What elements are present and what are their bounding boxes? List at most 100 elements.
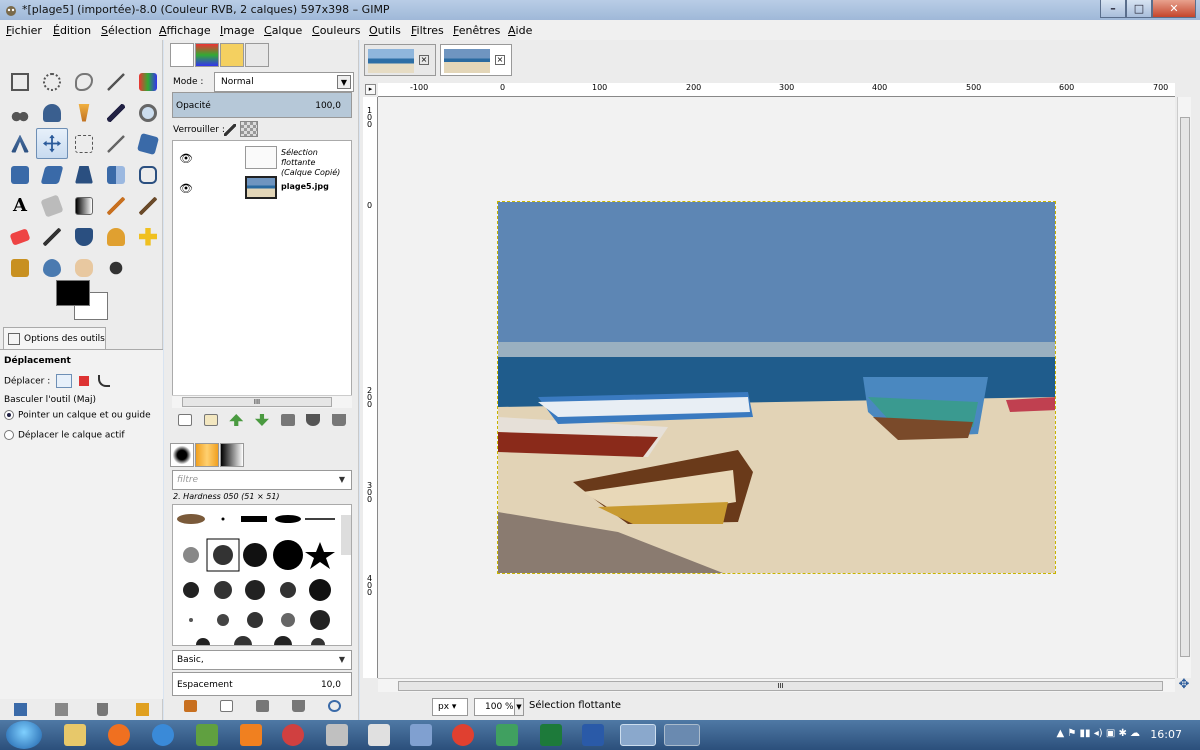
menu-fenetres[interactable]: Fenêtres — [453, 24, 500, 37]
lasso-tool[interactable] — [68, 66, 100, 97]
perspective-tool[interactable] — [68, 159, 100, 190]
layer-list-scrollbar[interactable]: III — [172, 395, 352, 408]
delete-options-icon[interactable] — [96, 703, 108, 716]
tab-gradients[interactable] — [220, 443, 244, 467]
navigate-icon[interactable]: ✥ — [1177, 678, 1191, 692]
eye-icon[interactable]: 👁 — [179, 182, 193, 195]
horizontal-scrollbar[interactable]: III — [378, 678, 1175, 692]
menu-outils[interactable]: Outils — [369, 24, 401, 37]
move-path-icon[interactable] — [97, 375, 110, 387]
brush-filter-input[interactable]: filtre ▼ — [172, 470, 352, 490]
restore-options-icon[interactable] — [55, 703, 69, 716]
move-tool[interactable] — [36, 128, 68, 159]
app-icon[interactable] — [664, 724, 700, 746]
duplicate-brush-icon[interactable] — [255, 700, 269, 712]
scale-tool[interactable] — [4, 159, 36, 190]
text-tool[interactable]: A — [4, 190, 36, 221]
gradient-tool[interactable] — [68, 190, 100, 221]
foreground-select-tool[interactable] — [36, 97, 68, 128]
move-layer-icon[interactable] — [56, 374, 73, 388]
align-tool[interactable] — [68, 128, 100, 159]
fuzzy-select-tool[interactable] — [100, 66, 132, 97]
menu-affichage[interactable]: Affichage — [159, 24, 211, 37]
app-icon[interactable] — [326, 724, 348, 746]
image-tab[interactable]: × — [364, 44, 436, 76]
clone-tool[interactable] — [100, 221, 132, 252]
lock-alpha-icon[interactable] — [240, 121, 258, 137]
pencil-tool[interactable] — [100, 190, 132, 221]
scrollbar-thumb[interactable]: III — [182, 397, 332, 407]
chevron-down-icon[interactable]: ▼ — [514, 698, 524, 716]
anchor-icon[interactable] — [306, 414, 321, 426]
new-layer-icon[interactable] — [177, 414, 192, 426]
ink-tool[interactable] — [68, 221, 100, 252]
heal-tool[interactable] — [132, 221, 164, 252]
bucket-fill-tool[interactable] — [36, 190, 68, 221]
foreground-color-swatch[interactable] — [56, 280, 90, 306]
close-button[interactable]: ✕ — [1152, 0, 1196, 18]
menu-aide[interactable]: Aide — [508, 24, 532, 37]
new-brush-icon[interactable] — [219, 700, 233, 712]
paintbrush-tool[interactable] — [132, 190, 164, 221]
menu-edition[interactable]: Édition — [53, 24, 91, 37]
brush-grid[interactable] — [172, 504, 352, 646]
save-options-icon[interactable] — [14, 703, 28, 716]
tab-tool-options[interactable]: Options des outils — [3, 327, 106, 349]
start-button[interactable] — [6, 721, 42, 749]
lower-layer-icon[interactable] — [254, 414, 269, 426]
edit-brush-icon[interactable] — [183, 700, 197, 712]
paths-tool[interactable] — [68, 97, 100, 128]
delete-brush-icon[interactable] — [291, 700, 305, 712]
raise-layer-icon[interactable] — [229, 414, 244, 426]
menu-calque[interactable]: Calque — [264, 24, 302, 37]
scissors-tool[interactable] — [4, 97, 36, 128]
delete-layer-icon[interactable] — [332, 414, 347, 426]
minimize-button[interactable]: – — [1100, 0, 1126, 18]
paint-icon[interactable] — [496, 724, 518, 746]
tab-patterns[interactable] — [195, 443, 219, 467]
layer-item[interactable]: 👁 Sélection flottante (Calque Copié) — [173, 143, 351, 177]
airbrush-tool[interactable] — [36, 221, 68, 252]
lock-pixels-icon[interactable] — [224, 124, 236, 136]
menu-fichier[interactable]: Fichier — [6, 24, 42, 37]
tab-channels[interactable] — [195, 43, 219, 67]
unit-select[interactable]: px ▾ — [432, 698, 468, 716]
crop-tool[interactable] — [100, 128, 132, 159]
opacity-slider[interactable]: Opacité 100,0 — [172, 92, 352, 118]
canvas-area[interactable] — [378, 97, 1175, 678]
cage-tool[interactable] — [132, 159, 164, 190]
image-tab-active[interactable]: × — [440, 44, 512, 76]
ellipse-select-tool[interactable] — [36, 66, 68, 97]
close-icon[interactable]: × — [419, 55, 429, 65]
maximize-button[interactable]: □ — [1126, 0, 1152, 18]
app-icon[interactable] — [196, 724, 218, 746]
menu-filtres[interactable]: Filtres — [411, 24, 444, 37]
beach-photo[interactable] — [497, 201, 1056, 574]
firefox-icon[interactable] — [108, 724, 130, 746]
color-select-tool[interactable] — [132, 66, 164, 97]
menu-image[interactable]: Image — [220, 24, 254, 37]
eye-icon[interactable]: 👁 — [179, 152, 193, 165]
color-picker-tool[interactable] — [100, 97, 132, 128]
blur-tool[interactable] — [36, 252, 68, 283]
app-icon[interactable] — [410, 724, 432, 746]
layer-item[interactable]: 👁 plage5.jpg — [173, 173, 351, 201]
scrollbar-thumb[interactable]: III — [398, 681, 1163, 691]
word-icon[interactable] — [582, 724, 604, 746]
refresh-brushes-icon[interactable] — [327, 700, 341, 712]
duplicate-layer-icon[interactable] — [280, 414, 295, 426]
smudge-tool[interactable] — [68, 252, 100, 283]
dodge-burn-tool[interactable] — [100, 252, 132, 283]
measure-tool[interactable] — [4, 128, 36, 159]
perspective-clone-tool[interactable] — [4, 252, 36, 283]
spacing-slider[interactable]: Espacement 10,0 — [172, 672, 352, 696]
mode-select[interactable]: Normal ▼ — [214, 72, 354, 92]
menu-couleurs[interactable]: Couleurs — [312, 24, 360, 37]
eraser-tool[interactable] — [4, 221, 36, 252]
ruler-corner-icon[interactable]: ▸ — [365, 84, 376, 95]
media-player-icon[interactable] — [240, 724, 262, 746]
gimp-taskbar-icon[interactable] — [620, 724, 656, 746]
system-tray[interactable]: ▲ ⚑ ▮▮ ◂) ▣ ✱ ☁ — [1057, 728, 1140, 739]
reset-options-icon[interactable] — [135, 703, 149, 716]
tab-paths[interactable] — [245, 43, 269, 67]
